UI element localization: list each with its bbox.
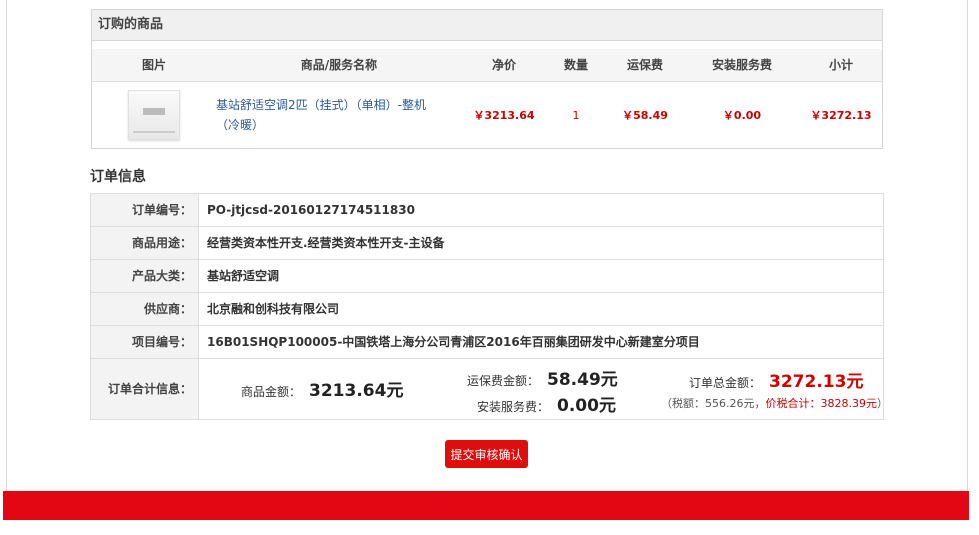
info-row-order-number: 订单编号： PO-jtjcsd-20160127174511830 — [91, 194, 883, 227]
product-thumbnail[interactable] — [128, 90, 180, 140]
service-amount: 安装服务费： 0.00元 — [477, 391, 616, 416]
product-name-line1: 基站舒适空调2匹（挂式）（单相）-整机 — [216, 98, 426, 112]
order-info-title: 订单信息 — [90, 169, 146, 185]
order-info-table: 订单编号： PO-jtjcsd-20160127174511830 商品用途： … — [90, 193, 888, 420]
info-value: PO-jtjcsd-20160127174511830 — [207, 203, 415, 217]
tax-amount: （税额：556.26元， — [661, 397, 766, 410]
info-row-category: 产品大类： 基站舒适空调 — [91, 260, 883, 293]
info-row-supplier: 供应商： 北京融和创科技有限公司 — [91, 293, 883, 326]
goods-amount: 商品金额： 3213.64元 — [241, 376, 403, 401]
ac-vent-line — [133, 131, 175, 133]
product-shipping: ￥58.49 — [622, 109, 668, 122]
order-total-body: 商品金额： 3213.64元 运保费金额： 58.49元 安装服务费： 0.00元 订… — [199, 359, 888, 419]
info-value: 北京融和创科技有限公司 — [207, 302, 340, 316]
shipping-amount-value: 58.49元 — [547, 370, 618, 390]
product-subtotal: ￥3272.13 — [810, 109, 872, 122]
shipping-amount-label: 运保费金额： — [467, 374, 540, 388]
product-price: ￥3213.64 — [473, 109, 535, 122]
product-service-fee: ￥0.00 — [722, 109, 762, 122]
submit-review-button[interactable]: 提交审核确认 — [445, 440, 528, 468]
col-header-price: 净价 — [491, 58, 516, 72]
info-label: 产品大类： — [91, 260, 199, 292]
info-label: 订单编号： — [91, 194, 199, 226]
info-row-order-total: 订单合计信息： 商品金额： 3213.64元 运保费金额： 58.49元 安装服务费… — [91, 359, 888, 419]
tax-suffix: ） — [877, 397, 888, 410]
tax-summary: （税额：556.26元，价税合计：3828.39元） — [661, 395, 888, 411]
info-row-usage: 商品用途： 经营类资本性开支.经营类资本性开支-主设备 — [91, 227, 883, 260]
footer-bar — [3, 491, 969, 520]
col-header-subtotal: 小计 — [828, 58, 853, 72]
service-amount-label: 安装服务费： — [477, 400, 550, 414]
info-label: 供应商： — [91, 293, 199, 325]
table-row: 基站舒适空调2匹（挂式）（单相）-整机 （冷暖） ￥3213.64 1 ￥58.… — [92, 82, 882, 148]
ac-display-strip — [143, 108, 165, 115]
product-image-cell — [92, 90, 216, 140]
product-qty: 1 — [572, 108, 580, 122]
frame-right-border — [967, 0, 968, 495]
info-label: 商品用途： — [91, 227, 199, 259]
ordered-products-panel: 订购的商品 图片 商品/服务名称 净价 数量 运保费 安装服务费 小计 基站舒适… — [91, 9, 883, 149]
info-value: 经营类资本性开支.经营类资本性开支-主设备 — [207, 236, 445, 250]
goods-amount-label: 商品金额： — [241, 385, 302, 399]
info-value: 基站舒适空调 — [207, 269, 280, 283]
info-label: 订单合计信息： — [91, 359, 199, 419]
info-value: 16B01SHQP100005-中国铁塔上海分公司青浦区2016年百丽集团研发中… — [207, 335, 700, 349]
shipping-amount: 运保费金额： 58.49元 — [467, 365, 618, 390]
ordered-products-title: 订购的商品 — [92, 10, 882, 41]
grand-total-value: 3272.13元 — [769, 372, 864, 392]
col-header-qty: 数量 — [563, 58, 588, 72]
frame-left-border — [6, 0, 7, 495]
grand-total: 订单总金额： 3272.13元 — [689, 367, 863, 392]
col-header-shipping: 运保费 — [626, 58, 663, 72]
product-name-link[interactable]: 基站舒适空调2匹（挂式）（单相）-整机 （冷暖） — [216, 95, 462, 135]
col-header-image: 图片 — [141, 58, 166, 72]
info-label: 项目编号： — [91, 326, 199, 358]
grand-total-label: 订单总金额： — [689, 376, 762, 390]
service-amount-value: 0.00元 — [557, 396, 616, 416]
tax-inclusive-total: 价税合计：3828.39元 — [765, 397, 878, 410]
goods-amount-value: 3213.64元 — [309, 381, 404, 401]
products-table-header: 图片 商品/服务名称 净价 数量 运保费 安装服务费 小计 — [92, 49, 882, 82]
col-header-service: 安装服务费 — [711, 58, 772, 72]
col-header-name: 商品/服务名称 — [300, 58, 378, 72]
info-row-project-number: 项目编号： 16B01SHQP100005-中国铁塔上海分公司青浦区2016年百… — [91, 326, 883, 359]
product-name-line2: （冷暖） — [216, 118, 265, 132]
